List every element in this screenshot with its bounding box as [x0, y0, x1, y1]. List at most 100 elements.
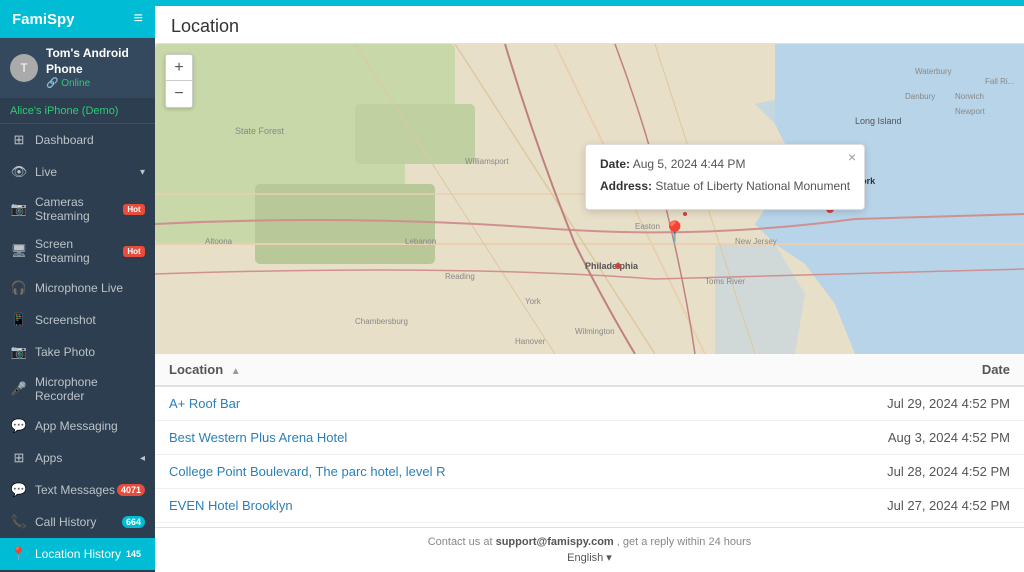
hamburger-icon[interactable]: ≡ — [134, 10, 143, 28]
app-name: FamiSpy — [12, 11, 75, 28]
svg-text:State Forest: State Forest — [235, 126, 285, 136]
map-pin[interactable]: 📍 — [661, 220, 688, 246]
svg-text:Reading: Reading — [445, 272, 475, 281]
device-info[interactable]: T Tom's Android Phone 🔗 Online — [0, 38, 155, 99]
location-cell: College Point Boulevard, The parc hotel,… — [155, 455, 736, 489]
table-row: College Point Boulevard, The parc hotel,… — [155, 455, 1024, 489]
sidebar-item-mic-recorder[interactable]: 🎤 Microphone Recorder — [0, 368, 155, 410]
sidebar-item-label: Call History — [35, 515, 122, 529]
sort-icon: ▲ — [231, 366, 241, 377]
hot-badge: Hot — [123, 204, 145, 215]
apps-icon: ⊞ — [10, 449, 28, 467]
footer-bar: Contact us at support@famispy.com , get … — [155, 527, 1024, 572]
sidebar-item-microphone-live[interactable]: 🎧 Microphone Live — [0, 272, 155, 304]
sidebar-item-screen[interactable]: 🖥 Screen Streaming Hot — [0, 230, 155, 272]
count-badge: 664 — [122, 516, 145, 528]
svg-text:New Jersey: New Jersey — [735, 237, 777, 246]
footer-email: support@famispy.com — [496, 536, 614, 548]
sidebar-item-label: Cameras Streaming — [35, 195, 119, 223]
messaging-icon: 💬 — [10, 417, 28, 435]
date-cell: Jul 27, 2024 4:52 PM — [736, 489, 1024, 523]
svg-text:Easton: Easton — [635, 222, 660, 231]
sidebar-item-label: App Messaging — [35, 419, 145, 433]
sidebar-item-apps[interactable]: ⊞ Apps ◂ — [0, 442, 155, 474]
sidebar-item-live[interactable]: 👁 Live ▾ — [0, 156, 155, 188]
count-badge: 145 — [122, 548, 145, 560]
svg-text:Philadelphia: Philadelphia — [585, 261, 639, 271]
map-container[interactable]: State Forest Altoona Chambersburg Willia… — [155, 44, 1024, 354]
sidebar-item-label: Text Messages — [35, 483, 117, 497]
headphone-icon: 🎧 — [10, 279, 28, 297]
sidebar-item-label: Screenshot — [35, 313, 145, 327]
date-cell: Jul 29, 2024 4:52 PM — [736, 386, 1024, 421]
sms-icon: 💬 — [10, 481, 28, 499]
map-tooltip: × Date: Aug 5, 2024 4:44 PM Address: Sta… — [585, 144, 865, 210]
sidebar-item-screenshot[interactable]: 📱 Screenshot — [0, 304, 155, 336]
device-status: 🔗 Online — [46, 77, 145, 90]
sidebar-item-location-history[interactable]: 📍 Location History 145 — [0, 538, 155, 570]
main-panel: Location — [155, 0, 1024, 572]
map-controls: + − — [165, 54, 193, 108]
date-cell: Aug 3, 2024 4:52 PM — [736, 421, 1024, 455]
sidebar-item-dashboard[interactable]: ⊞ Dashboard — [0, 124, 155, 156]
screen-icon: 🖥 — [10, 242, 28, 260]
footer-text: Contact us at — [428, 536, 493, 548]
zoom-in-button[interactable]: + — [166, 55, 192, 81]
tooltip-close-button[interactable]: × — [848, 149, 856, 165]
language-selector[interactable]: English ▾ — [567, 551, 612, 564]
tooltip-address-value: Statue of Liberty National Monument — [655, 179, 850, 193]
svg-text:York: York — [525, 297, 542, 306]
location-cell: A+ Roof Bar — [155, 386, 736, 421]
sidebar-item-label: Location History — [35, 547, 122, 561]
table-row: EVEN Hotel Brooklyn Jul 27, 2024 4:52 PM — [155, 489, 1024, 523]
svg-text:Lebanon: Lebanon — [405, 237, 436, 246]
location-table: Location ▲ Date A+ Roof Bar Jul 29, 2024… — [155, 354, 1024, 527]
svg-text:Altoona: Altoona — [205, 237, 233, 246]
svg-text:Hanover: Hanover — [515, 337, 546, 346]
chevron-icon: ▾ — [140, 167, 145, 178]
svg-text:Wilmington: Wilmington — [575, 327, 615, 336]
table-row: A+ Roof Bar Jul 29, 2024 4:52 PM — [155, 386, 1024, 421]
sidebar-item-label: Dashboard — [35, 133, 145, 147]
location-link[interactable]: A+ Roof Bar — [169, 396, 240, 411]
col-header-location[interactable]: Location ▲ — [155, 354, 736, 386]
svg-text:Chambersburg: Chambersburg — [355, 317, 408, 326]
sidebar-item-label: Microphone Live — [35, 281, 145, 295]
sidebar-item-label: Live — [35, 165, 136, 179]
hot-badge: Hot — [123, 246, 145, 257]
location-link[interactable]: College Point Boulevard, The parc hotel,… — [169, 464, 446, 479]
sidebar-item-app-messaging[interactable]: 💬 App Messaging — [0, 410, 155, 442]
svg-text:Newport: Newport — [955, 107, 986, 116]
tooltip-address-row: Address: Statue of Liberty National Monu… — [600, 177, 850, 195]
page-title: Location — [155, 6, 1024, 44]
sidebar-item-call-history[interactable]: 📞 Call History 664 — [0, 506, 155, 538]
screenshot-icon: 📱 — [10, 311, 28, 329]
device-details: Tom's Android Phone 🔗 Online — [46, 46, 145, 90]
sidebar-item-cameras[interactable]: 📷 Cameras Streaming Hot — [0, 188, 155, 230]
tooltip-date-row: Date: Aug 5, 2024 4:44 PM — [600, 155, 850, 173]
location-cell: EVEN Hotel Brooklyn — [155, 489, 736, 523]
sidebar-item-text-messages[interactable]: 💬 Text Messages 4071 — [0, 474, 155, 506]
device-name: Tom's Android Phone — [46, 46, 145, 77]
sidebar: FamiSpy ≡ T Tom's Android Phone 🔗 Online… — [0, 0, 155, 572]
mic-icon: 🎤 — [10, 380, 28, 398]
count-badge: 4071 — [117, 484, 145, 496]
tooltip-address-label: Address: — [600, 179, 652, 193]
col-header-date: Date — [736, 354, 1024, 386]
location-cell: Best Western Plus Arena Hotel — [155, 421, 736, 455]
location-link[interactable]: Best Western Plus Arena Hotel — [169, 430, 347, 445]
phone-icon: 📞 — [10, 513, 28, 531]
photo-icon: 📷 — [10, 343, 28, 361]
svg-text:Norwich: Norwich — [955, 92, 984, 101]
live-icon: 👁 — [10, 163, 28, 181]
date-cell: Jul 28, 2024 4:52 PM — [736, 455, 1024, 489]
main-content: Location — [155, 6, 1024, 572]
camera-icon: 📷 — [10, 200, 28, 218]
demo-label[interactable]: Alice's iPhone (Demo) — [0, 99, 155, 124]
zoom-out-button[interactable]: − — [166, 81, 192, 107]
sidebar-item-take-photo[interactable]: 📷 Take Photo — [0, 336, 155, 368]
location-icon: 📍 — [10, 545, 28, 563]
svg-text:Waterbury: Waterbury — [915, 67, 952, 76]
svg-text:Williamsport: Williamsport — [465, 157, 509, 166]
location-link[interactable]: EVEN Hotel Brooklyn — [169, 498, 293, 513]
